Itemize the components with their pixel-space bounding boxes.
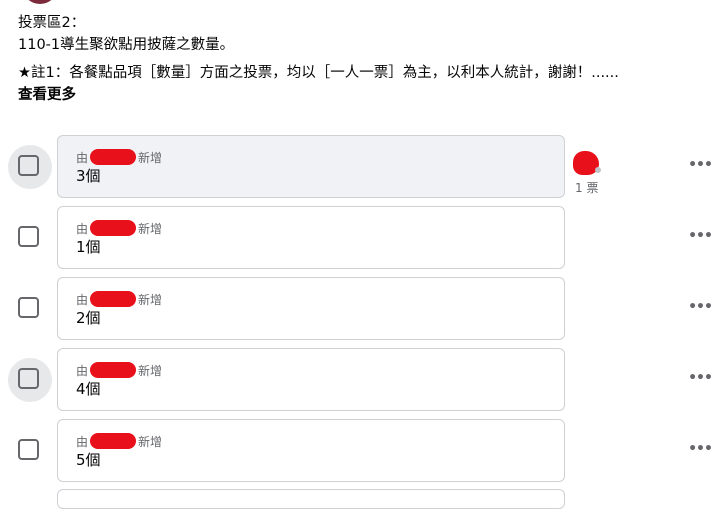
- post-body: 投票區2： 110-1導生聚欲點用披薩之數量。 ★註1：各餐點品項［數量］方面之…: [18, 12, 708, 106]
- added-by-text: 由新增: [76, 149, 163, 165]
- vote-count[interactable]: 1 票: [575, 179, 598, 196]
- checkbox-icon[interactable]: [18, 155, 39, 176]
- poll-option[interactable]: 由新增 5個: [57, 419, 565, 482]
- poll-option-label: 5個: [76, 451, 101, 469]
- see-more-link[interactable]: 查看更多: [18, 84, 708, 106]
- redacted-name: [90, 149, 137, 165]
- poll-option-row: 由新增 5個 •••: [0, 419, 719, 483]
- checkbox-icon[interactable]: [18, 226, 39, 247]
- poll-option-checkbox-wrap[interactable]: [8, 216, 52, 260]
- poll-option-checkbox-wrap[interactable]: [8, 429, 52, 473]
- author-avatar[interactable]: [22, 0, 58, 4]
- poll-option[interactable]: 由新增 2個: [57, 277, 565, 340]
- poll-option-checkbox-wrap[interactable]: [8, 145, 52, 189]
- checkbox-icon[interactable]: [18, 368, 39, 389]
- poll-option-row: 由新增 3個 1 票 •••: [0, 135, 719, 199]
- poll-option[interactable]: 由新增 4個: [57, 348, 565, 411]
- post-subtitle-line: 110-1導生聚欲點用披薩之數量。: [18, 37, 235, 53]
- poll-option-label: 4個: [76, 380, 101, 398]
- post-note-line: ★註1：各餐點品項［數量］方面之投票，均以［一人一票］為主，以利本人統計，謝謝！…: [18, 65, 619, 81]
- poll-option[interactable]: 由新增 3個: [57, 135, 565, 198]
- poll-option-row: 由新增 2個 •••: [0, 277, 719, 341]
- poll-option-partial[interactable]: [57, 489, 565, 509]
- added-by-text: 由新增: [76, 220, 163, 236]
- added-by-text: 由新增: [76, 433, 163, 449]
- added-by-text: 由新增: [76, 362, 163, 378]
- more-options-icon[interactable]: •••: [686, 155, 714, 175]
- more-options-icon[interactable]: •••: [686, 439, 714, 459]
- post-title-line: 投票區2：: [18, 15, 86, 31]
- more-options-icon[interactable]: •••: [686, 226, 714, 246]
- poll-option-label: 1個: [76, 238, 101, 256]
- redacted-name: [90, 291, 137, 307]
- more-options-icon[interactable]: •••: [686, 368, 714, 388]
- checkbox-icon[interactable]: [18, 297, 39, 318]
- poll-option-checkbox-wrap[interactable]: [8, 358, 52, 402]
- poll-option-label: 3個: [76, 167, 101, 185]
- redacted-name: [90, 433, 137, 449]
- poll-option[interactable]: 由新增 1個: [57, 206, 565, 269]
- added-by-text: 由新增: [76, 291, 163, 307]
- more-options-icon[interactable]: •••: [686, 297, 714, 317]
- voter-avatar[interactable]: [573, 151, 601, 179]
- poll-option-checkbox-wrap[interactable]: [8, 287, 52, 331]
- poll-option-label: 2個: [76, 309, 101, 327]
- checkbox-icon[interactable]: [18, 439, 39, 460]
- poll-option-row: 由新增 4個 •••: [0, 348, 719, 412]
- poll-option-row: 由新增 1個 •••: [0, 206, 719, 270]
- redacted-name: [90, 220, 137, 236]
- redacted-name: [90, 362, 137, 378]
